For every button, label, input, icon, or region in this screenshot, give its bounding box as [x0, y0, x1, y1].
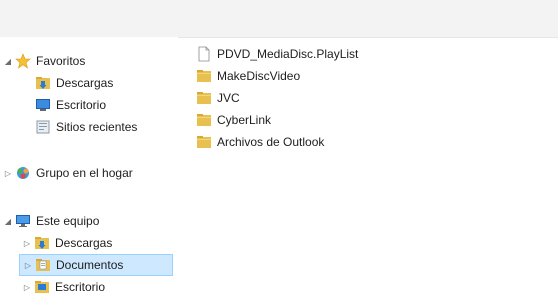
file-item[interactable]: PDVD_MediaDisc.PlayList [196, 43, 556, 65]
desktop-folder-icon [34, 279, 50, 295]
folder-item[interactable]: Archivos de Outlook [196, 131, 556, 153]
folder-icon [196, 134, 212, 150]
computer-icon [15, 213, 31, 229]
file-icon [196, 46, 212, 62]
desktop-icon [35, 97, 51, 113]
nav-item-escritorio-equipo[interactable]: ▷ Escritorio [23, 276, 105, 298]
folder-icon [196, 90, 212, 106]
nav-item-favoritos[interactable]: ◢ Favoritos [4, 50, 85, 72]
folder-icon [196, 68, 212, 84]
nav-item-label: Escritorio [56, 98, 107, 112]
navigation-pane[interactable]: ◢ Favoritos Descargas Escritorio Sitios … [0, 37, 178, 294]
collapse-chevron-icon[interactable]: ▷ [23, 238, 31, 248]
folder-item[interactable]: MakeDiscVideo [196, 65, 556, 87]
collapse-chevron-icon[interactable]: ▷ [23, 282, 31, 292]
expand-chevron-icon[interactable]: ◢ [4, 56, 12, 66]
collapse-chevron-icon[interactable]: ▷ [24, 260, 32, 270]
nav-item-este-equipo[interactable]: ◢ Este equipo [4, 210, 99, 232]
nav-item-escritorio[interactable]: Escritorio [35, 94, 106, 116]
nav-item-descargas-equipo[interactable]: ▷ Descargas [23, 232, 112, 254]
nav-item-documentos[interactable]: ▷ Documentos [19, 254, 173, 276]
folder-item[interactable]: CyberLink [196, 109, 556, 131]
documents-folder-icon [35, 257, 51, 273]
recent-places-icon [35, 119, 51, 135]
file-list[interactable]: PDVD_MediaDisc.PlayList MakeDiscVideo JV… [196, 43, 556, 289]
nav-item-label: Escritorio [55, 280, 106, 294]
nav-item-label: Favoritos [36, 54, 86, 68]
nav-item-label: Sitios recientes [56, 120, 138, 134]
nav-item-label: Descargas [55, 236, 113, 250]
file-name: PDVD_MediaDisc.PlayList [217, 47, 359, 61]
folder-item[interactable]: JVC [196, 87, 556, 109]
downloads-folder-icon [34, 235, 50, 251]
folder-name: CyberLink [217, 113, 272, 127]
nav-item-descargas[interactable]: Descargas [35, 72, 113, 94]
nav-item-label: Documentos [56, 258, 124, 272]
nav-item-grupo-en-el-hogar[interactable]: ▷ Grupo en el hogar [4, 162, 133, 184]
expand-chevron-icon[interactable]: ◢ [4, 216, 12, 226]
folder-icon [196, 112, 212, 128]
folder-name: Archivos de Outlook [217, 135, 325, 149]
folder-name: MakeDiscVideo [217, 69, 301, 83]
nav-item-label: Este equipo [36, 214, 100, 228]
nav-item-label: Grupo en el hogar [36, 166, 133, 180]
nav-item-label: Descargas [56, 76, 114, 90]
homegroup-icon [15, 165, 31, 181]
collapse-chevron-icon[interactable]: ▷ [4, 168, 12, 178]
nav-item-sitios-recientes[interactable]: Sitios recientes [35, 116, 137, 138]
star-icon [15, 53, 31, 69]
folder-name: JVC [217, 91, 240, 105]
toolbar-area [0, 0, 558, 38]
downloads-folder-icon [35, 75, 51, 91]
